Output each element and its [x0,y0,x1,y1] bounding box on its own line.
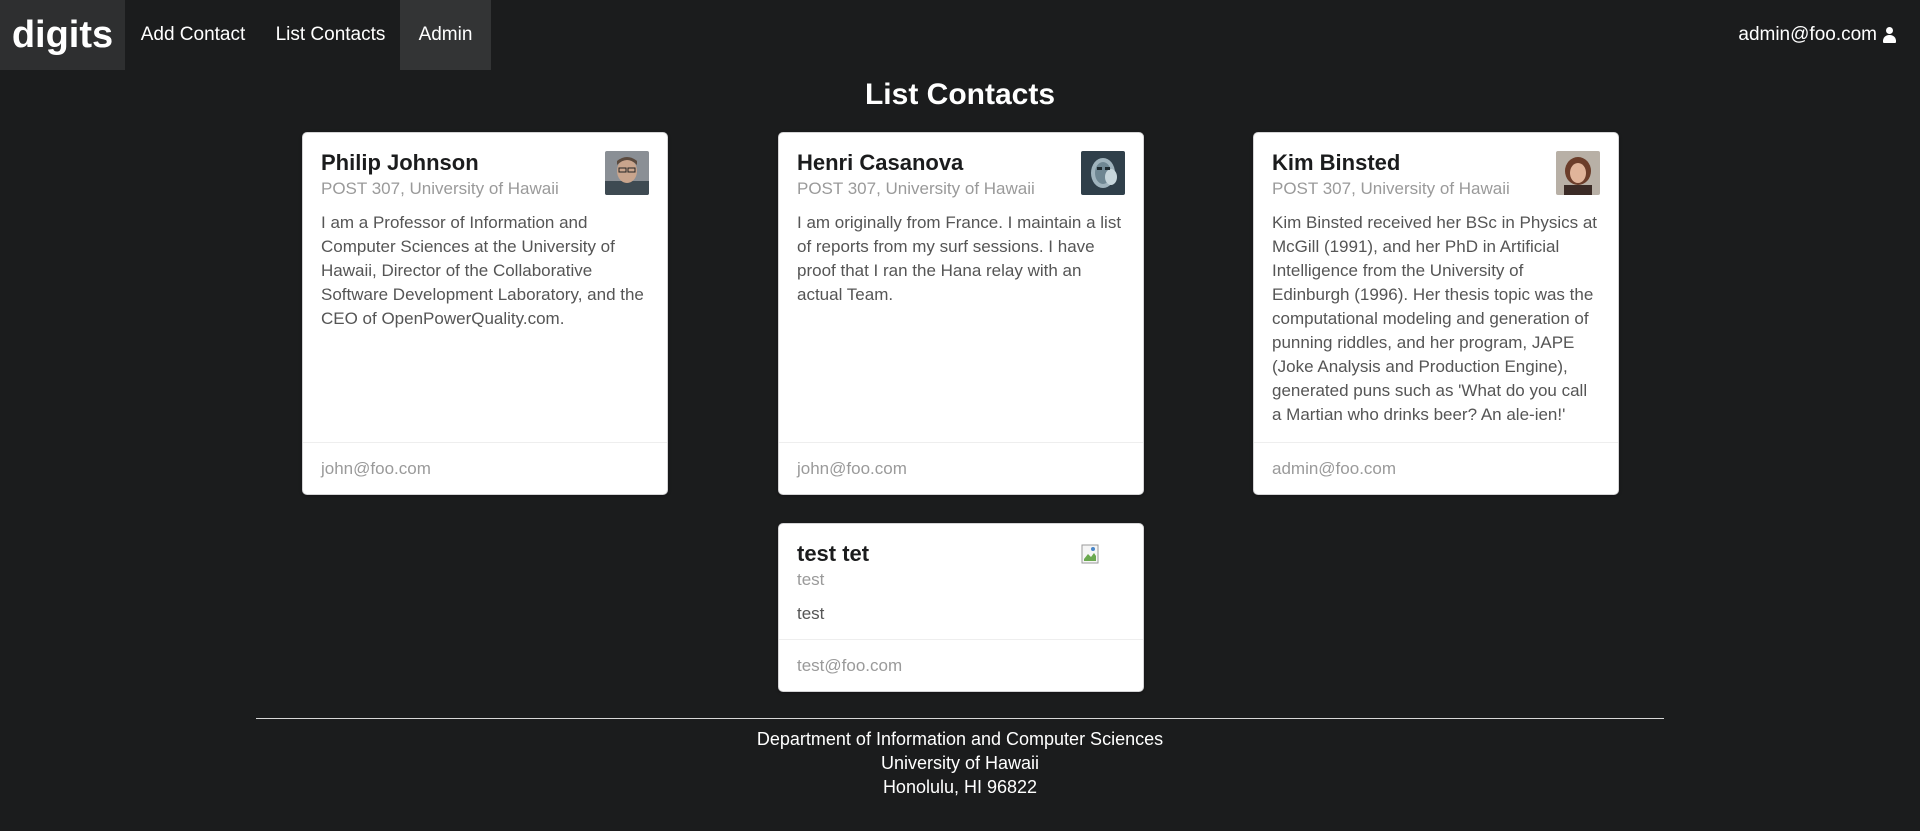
avatar [1556,151,1600,195]
footer-university: University of Hawaii [880,753,1040,773]
user-menu[interactable]: admin@foo.com [1738,0,1896,70]
contact-address: POST 307, University of Hawaii [797,179,1035,198]
brand-logo[interactable]: digits [0,0,125,70]
contact-address: test [797,570,825,589]
nav-list-contacts[interactable]: List Contacts [261,0,400,70]
contact-card: test tet test test test@foo.com [778,523,1144,692]
user-email: admin@foo.com [1738,24,1877,45]
nav-add-contact[interactable]: Add Contact [125,0,261,70]
page-title: List Contacts [864,78,1056,111]
contact-name: Kim Binsted [1272,150,1401,175]
contact-card: Henri Casanova POST 307, University of H… [778,132,1144,495]
contact-name: Henri Casanova [797,150,964,175]
contact-address: POST 307, University of Hawaii [1272,179,1510,198]
avatar [1081,151,1125,195]
contact-card: Philip Johnson POST 307, University of H… [302,132,668,495]
contact-name: test tet [797,541,870,566]
contact-description: I am a Professor of Information and Comp… [321,213,644,328]
broken-image-icon [1081,544,1101,564]
avatar [605,151,649,195]
contact-owner: test@foo.com [779,639,1143,691]
footer-department: Department of Information and Computer S… [756,729,1164,749]
contact-description: Kim Binsted received her BSc in Physics … [1272,213,1598,424]
footer-divider [256,718,1664,719]
footer-address: Honolulu, HI 96822 [882,777,1038,797]
contact-card: Kim Binsted POST 307, University of Hawa… [1253,132,1619,495]
contact-owner: john@foo.com [779,442,1143,494]
contact-owner: admin@foo.com [1254,442,1618,494]
contact-description: test [797,604,825,623]
contact-owner: john@foo.com [303,442,667,494]
top-navbar: digits Add Contact List Contacts Admin a… [0,0,1920,70]
nav-admin[interactable]: Admin [400,0,491,70]
contact-name: Philip Johnson [321,150,479,175]
contact-description: I am originally from France. I maintain … [797,213,1122,304]
contact-address: POST 307, University of Hawaii [321,179,559,198]
user-icon [1883,27,1896,43]
